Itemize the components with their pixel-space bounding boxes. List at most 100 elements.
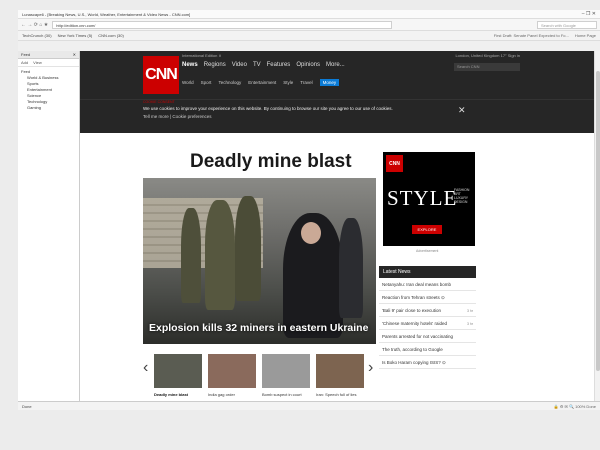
news-headline[interactable]: Netanyahu: Iran deal means bomb [382, 282, 451, 287]
chevron-right-icon[interactable]: › [368, 359, 373, 377]
main-headline[interactable]: Deadly mine blast [190, 151, 352, 173]
news-item[interactable]: 'Bali 9' pair close to execution 3 hr [379, 304, 476, 317]
close-icon[interactable]: ✕ [458, 105, 466, 116]
sidebar-tools: Add View [18, 59, 79, 67]
status-bar: Done 🔒 ⚙ ✉ 🔍 100% Done [18, 401, 600, 410]
hero-caption[interactable]: Explosion kills 32 miners in eastern Ukr… [149, 322, 368, 334]
thumb-india-gag[interactable] [208, 354, 256, 388]
news-item[interactable]: The truth, according to Google [379, 343, 476, 356]
navigation-toolbar: ← → ⟳ ⌂ ★ http://edition.cnn.com/ Search… [18, 19, 600, 31]
news-headline[interactable]: 'Chinese maternity hotels' raided [382, 321, 447, 326]
thumb-label[interactable]: Bomb suspect in court [262, 392, 302, 397]
news-item[interactable]: 'Chinese maternity hotels' raided 3 hr [379, 317, 476, 330]
edition-selector[interactable]: International Edition ∨ [182, 53, 221, 58]
cookie-banner: COOKIE CONSENT We use cookies to improve… [80, 99, 600, 133]
close-icon[interactable]: ✕ [73, 52, 76, 57]
news-headline[interactable]: 'Bali 9' pair close to execution [382, 308, 441, 313]
ad-caption: Advertisement [416, 249, 439, 253]
cookie-links[interactable]: Tell me more | Cookie preferences [143, 114, 211, 119]
cnn-header: CNN International Edition ∨ News Regions… [80, 51, 600, 99]
sidebar-title: Feed [21, 52, 31, 57]
tab-home-page[interactable]: Home Page [575, 33, 596, 38]
title-bar: Lunascape6 - [Breaking News, U.S., World… [18, 10, 600, 19]
cookie-text: We use cookies to improve your experienc… [143, 106, 393, 111]
nav-features[interactable]: Features [267, 62, 291, 68]
woman-face [301, 222, 321, 244]
thumb-label[interactable]: Deadly mine blast [154, 392, 188, 397]
primary-nav: News Regions Video TV Features Opinions … [182, 62, 345, 68]
favorite-techcrunch[interactable]: TechCrunch (30) [22, 33, 52, 38]
ad-title: STYLE [387, 186, 458, 210]
soldier-figure [181, 208, 201, 303]
favorites-right: First Draft: Senate Panel Expected to Fo… [494, 33, 596, 38]
nav-news[interactable]: News [182, 62, 198, 68]
ad-cnn-logo: CNN [386, 155, 403, 172]
scroll-thumb[interactable] [596, 71, 600, 371]
bystander-figure [339, 218, 363, 318]
location-signin[interactable]: London, United Kingdom 17° Sign in [455, 53, 520, 58]
nav-more[interactable]: More... [326, 62, 345, 68]
cnn-search-input[interactable]: Search CNN [454, 63, 520, 71]
feed-sidebar: Feed ✕ Add View Feed World & Business Sp… [18, 51, 80, 401]
hero-image[interactable]: Explosion kills 32 miners in eastern Ukr… [143, 178, 376, 344]
secondary-nav: World Sport Technology Entertainment Sty… [182, 77, 340, 87]
thumb-bomb-suspect[interactable] [262, 354, 310, 388]
favorite-cnn[interactable]: CNN.com (30) [98, 33, 124, 38]
thumbnail-strip: ‹ › Deadly mine blast India gag order Bo… [143, 349, 376, 401]
news-item[interactable]: Parents arrested for not vaccinating [379, 330, 476, 343]
news-headline[interactable]: Is Boko Haram copying ISIS? ⊙ [382, 360, 446, 365]
window-controls[interactable]: – ❐ ✕ [582, 11, 596, 17]
thumb-label[interactable]: India gag order [208, 392, 235, 397]
news-time: 3 hr [466, 309, 473, 313]
nav-buttons[interactable]: ← → ⟳ ⌂ ★ [21, 22, 48, 28]
nav-regions[interactable]: Regions [204, 62, 226, 68]
latest-news-title: Latest News [379, 266, 476, 278]
search-input[interactable]: Search with Google [537, 20, 597, 29]
sidebar-header: Feed ✕ [18, 51, 79, 59]
nav-money[interactable]: Money [319, 78, 340, 86]
nav-world[interactable]: World [182, 80, 194, 85]
latest-news: Latest News Netanyahu: Iran deal means b… [379, 266, 476, 369]
window-title: Lunascape6 - [Breaking News, U.S., World… [22, 12, 191, 17]
cookie-label: COOKIE CONSENT [143, 100, 175, 104]
thumb-mine-blast[interactable] [154, 354, 202, 388]
ad-subtitle: FASHION ART LUXURY DESIGN [454, 188, 469, 204]
nav-style[interactable]: Style [283, 80, 293, 85]
vertical-scrollbar[interactable] [594, 51, 600, 401]
soldier-figure [205, 200, 235, 310]
nav-sport[interactable]: Sport [201, 80, 212, 85]
style-advertisement[interactable]: CNN STYLE FASHION ART LUXURY DESIGN EXPL… [383, 152, 475, 246]
news-headline[interactable]: Reaction from Tehran streets ⊙ [382, 295, 445, 300]
ad-sub-line: DESIGN [454, 200, 468, 204]
address-bar[interactable]: http://edition.cnn.com/ [52, 20, 393, 29]
favorite-nytimes[interactable]: New York Times (5) [58, 33, 93, 38]
news-headline[interactable]: Parents arrested for not vaccinating [382, 334, 453, 339]
status-right[interactable]: 🔒 ⚙ ✉ 🔍 100% Done [554, 404, 596, 409]
news-time: 3 hr [466, 322, 473, 326]
explore-button[interactable]: EXPLORE [412, 225, 442, 234]
add-button[interactable]: Add [21, 60, 28, 65]
soldier-figure [235, 196, 261, 301]
thumb-iran-speech[interactable] [316, 354, 364, 388]
news-item[interactable]: Is Boko Haram copying ISIS? ⊙ [379, 356, 476, 369]
browser-window: Lunascape6 - [Breaking News, U.S., World… [18, 10, 600, 410]
nav-technology[interactable]: Technology [218, 80, 241, 85]
news-item[interactable]: Reaction from Tehran streets ⊙ [379, 291, 476, 304]
favorites-bar: TechCrunch (30) New York Times (5) CNN.c… [18, 31, 600, 41]
thumb-label[interactable]: Iran: Speech full of lies [316, 392, 356, 397]
cnn-logo[interactable]: CNN [143, 56, 179, 94]
view-button[interactable]: View [33, 60, 42, 65]
nav-entertainment[interactable]: Entertainment [248, 80, 276, 85]
chevron-left-icon[interactable]: ‹ [143, 359, 148, 377]
nav-opinions[interactable]: Opinions [296, 62, 320, 68]
news-headline[interactable]: The truth, according to Google [382, 347, 443, 352]
news-item[interactable]: Netanyahu: Iran deal means bomb [379, 278, 476, 291]
nav-travel[interactable]: Travel [300, 80, 312, 85]
main-area: Feed ✕ Add View Feed World & Business Sp… [18, 51, 600, 401]
nav-video[interactable]: Video [232, 62, 247, 68]
web-content: CNN International Edition ∨ News Regions… [80, 51, 600, 401]
tree-item[interactable]: Gaming [21, 105, 76, 111]
tab-first-draft[interactable]: First Draft: Senate Panel Expected to Fo… [494, 33, 569, 38]
status-text: Done [22, 404, 32, 409]
nav-tv[interactable]: TV [253, 62, 261, 68]
